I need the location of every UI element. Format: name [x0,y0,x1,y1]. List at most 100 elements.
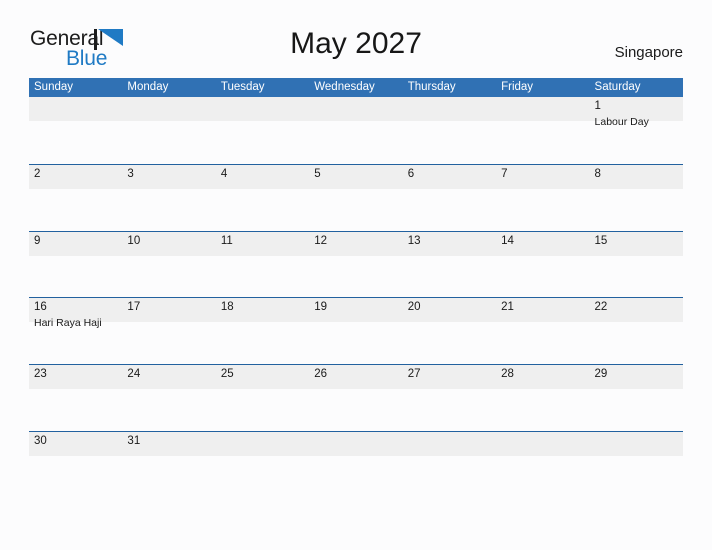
day-number: 29 [594,368,608,381]
day-cell[interactable]: 13 [403,232,496,299]
calendar-grid: Sunday Monday Tuesday Wednesday Thursday… [29,78,683,498]
week-row: 2 3 4 5 6 7 8 [29,163,683,232]
weekday-thursday: Thursday [407,81,456,93]
day-number: 15 [594,234,608,247]
page-header: General Blue May 2027 Singapore [0,0,712,76]
day-number: 2 [34,167,41,180]
day-number: 28 [501,368,514,381]
week-row: 23 24 25 26 27 28 29 [29,364,683,431]
week-day-cells: 30 31 [29,432,683,499]
day-cell[interactable]: 5 [309,165,402,232]
week-day-cells: 1 Labour Day [29,97,683,164]
day-cell[interactable]: 16 Hari Raya Haji [29,298,122,365]
weekday-sunday: Sunday [34,81,74,93]
day-number: 19 [314,301,328,314]
calendar-location: Singapore [614,44,683,61]
calendar-page: General Blue May 2027 Singapore Sunday M… [0,0,712,550]
day-number: 6 [407,167,415,180]
day-number: 5 [314,167,321,180]
day-cell[interactable] [122,97,215,164]
weekday-tuesday: Tuesday [220,81,265,93]
day-cell[interactable]: 28 [496,365,589,432]
day-cell[interactable]: 31 [122,432,215,499]
day-cell[interactable]: 6 [403,165,496,232]
day-number: 18 [220,301,234,314]
day-cell[interactable]: 22 [590,298,683,365]
day-event: Labour Day [594,116,649,128]
day-cell[interactable] [403,97,496,164]
day-cell[interactable] [29,97,122,164]
day-cell[interactable]: 27 [403,365,496,432]
day-number: 25 [220,368,234,381]
day-number: 3 [127,167,134,180]
day-number: 10 [127,234,141,247]
day-cell[interactable]: 2 [29,165,122,232]
day-cell[interactable] [403,432,496,499]
week-day-cells: 23 24 25 26 27 28 29 [29,365,683,432]
day-cell[interactable]: 21 [496,298,589,365]
day-cell[interactable] [590,432,683,499]
day-cell[interactable]: 30 [29,432,122,499]
weekday-wednesday: Wednesday [314,81,375,93]
day-number: 9 [34,234,41,247]
page-title: May 2027 [290,27,422,60]
day-number: 23 [34,368,47,381]
day-event: Hari Raya Haji [34,317,102,330]
day-cell[interactable]: 15 [590,232,683,299]
day-number: 7 [501,167,508,180]
day-number: 22 [594,301,608,314]
day-cell[interactable] [496,432,589,499]
week-row: 30 31 [29,430,683,499]
day-cell[interactable]: 7 [496,165,589,232]
day-number: 24 [127,368,141,381]
day-number: 11 [220,234,233,247]
day-number: 1 [594,100,601,112]
day-cell[interactable]: 14 [496,232,589,299]
day-cell[interactable]: 1 Labour Day [590,97,683,164]
day-cell[interactable]: 3 [122,165,215,232]
day-cell[interactable]: 29 [590,365,683,432]
day-number: 16 [34,301,47,314]
day-number: 17 [127,301,141,314]
weekday-friday: Friday [501,81,534,93]
day-cell[interactable]: 12 [309,232,402,299]
day-cell[interactable] [216,97,309,164]
day-cell[interactable]: 26 [309,365,402,432]
day-cell[interactable] [216,432,309,499]
day-cell[interactable]: 17 [122,298,215,365]
week-day-cells: 16 Hari Raya Haji 17 18 19 20 21 22 [29,298,683,365]
day-cell[interactable]: 10 [122,232,215,299]
day-cell[interactable]: 11 [216,232,309,299]
day-number: 8 [594,167,601,180]
day-number: 27 [407,368,421,381]
day-number: 12 [314,234,328,247]
day-number: 20 [407,301,421,314]
day-number: 31 [127,434,141,447]
day-cell[interactable]: 20 [403,298,496,365]
day-number: 13 [407,234,421,247]
day-cell[interactable]: 4 [216,165,309,232]
day-cell[interactable]: 25 [216,365,309,432]
weekday-header-row: Sunday Monday Tuesday Wednesday Thursday… [29,78,683,97]
day-cell[interactable]: 9 [29,232,122,299]
day-cell[interactable] [309,97,402,164]
week-day-cells: 9 10 11 12 13 14 15 [29,232,683,299]
weekday-monday: Monday [127,81,169,93]
day-cell[interactable] [496,97,589,164]
day-number: 4 [220,167,228,180]
week-row: 1 Labour Day [29,97,683,164]
weekday-saturday: Saturday [594,81,641,93]
week-day-cells: 2 3 4 5 6 7 8 [29,165,683,232]
day-cell[interactable]: 23 [29,365,122,432]
day-cell[interactable]: 18 [216,298,309,365]
day-number: 30 [34,434,47,447]
week-row: 16 Hari Raya Haji 17 18 19 20 21 22 [29,297,683,364]
week-row: 9 10 11 12 13 14 15 [29,230,683,299]
day-cell[interactable]: 24 [122,365,215,432]
day-number: 21 [501,301,514,314]
day-cell[interactable] [309,432,402,499]
day-number: 14 [501,234,514,247]
day-number: 26 [314,368,328,381]
day-cell[interactable]: 19 [309,298,402,365]
day-cell[interactable]: 8 [590,165,683,232]
